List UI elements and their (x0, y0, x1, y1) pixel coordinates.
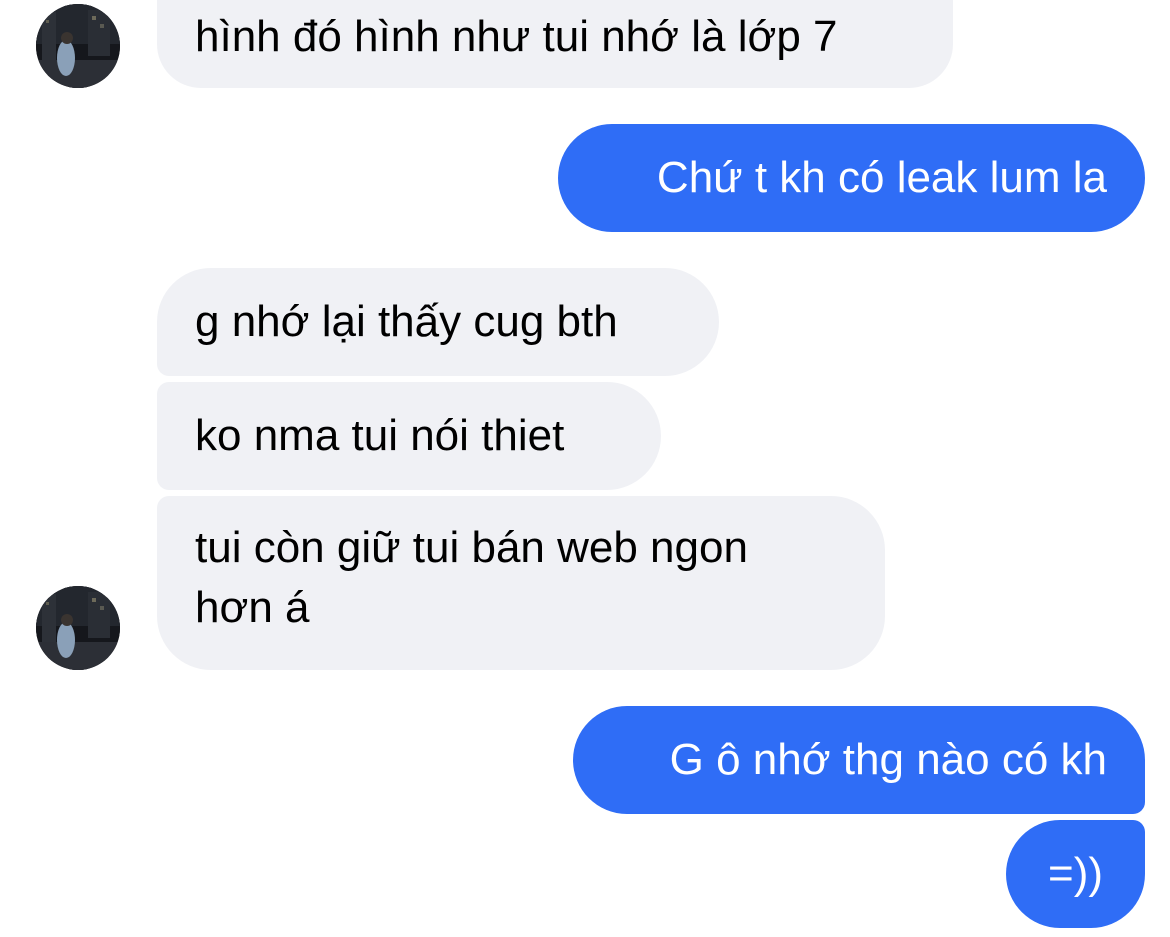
profile-photo-icon (36, 586, 120, 670)
profile-photo-icon (36, 4, 120, 88)
message-bubble-incoming[interactable]: hình đó hình như tui nhớ là lớp 7 (157, 0, 953, 88)
message-text-line: hơn á (195, 583, 310, 632)
message-text: g nhớ lại thấy cug bth (195, 297, 618, 346)
message-text-line: tui còn giữ tui bán web ngon (195, 523, 748, 572)
message-text: hình đó hình như tui nhớ là lớp 7 (195, 12, 838, 61)
message-thread: hình đó hình như tui nhớ là lớp 7 Chứ t … (0, 0, 1170, 937)
message-bubble-incoming[interactable]: ko nma tui nói thiet (157, 382, 661, 490)
contact-avatar[interactable] (36, 4, 120, 88)
message-text: =)) (1048, 849, 1103, 898)
message-bubble-incoming[interactable]: tui còn giữ tui bán web ngon hơn á (157, 496, 885, 670)
message-bubble-outgoing[interactable]: Chứ t kh có leak lum la (558, 124, 1145, 232)
message-text: Chứ t kh có leak lum la (656, 153, 1107, 202)
message-bubble-incoming[interactable]: g nhớ lại thấy cug bth (157, 268, 719, 376)
message-text: G ô nhớ thg nào có kh (669, 735, 1107, 784)
message-bubble-outgoing[interactable]: G ô nhớ thg nào có kh (573, 706, 1145, 814)
message-bubble-outgoing[interactable]: =)) (1006, 820, 1145, 928)
message-text: ko nma tui nói thiet (195, 411, 565, 460)
contact-avatar[interactable] (36, 586, 120, 670)
